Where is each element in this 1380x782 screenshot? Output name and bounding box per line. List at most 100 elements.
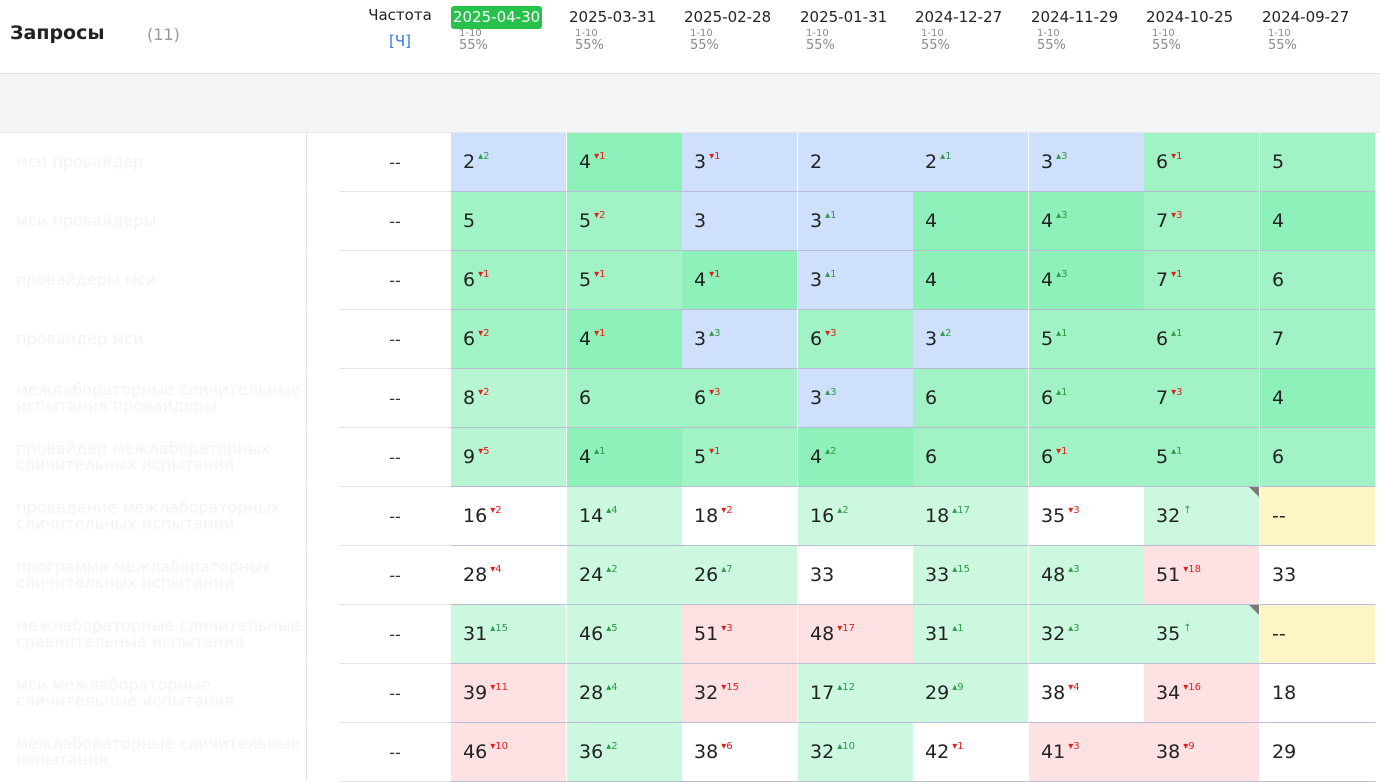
position-cell[interactable]: 48 ▾17 [798, 605, 914, 664]
position-cell[interactable]: 18 [1260, 664, 1376, 723]
position-cell[interactable]: 38 ▾4 [1029, 664, 1145, 723]
date-column-header[interactable]: 2025-01-31 1-10 55% [798, 6, 914, 52]
query-keyword[interactable]: программа межлабораторных сличительных и… [16, 546, 307, 604]
date-label[interactable]: 2024-09-27 [1260, 6, 1351, 29]
position-cell[interactable]: 33 [1260, 546, 1376, 605]
query-keyword[interactable]: провайдер мси [16, 310, 307, 368]
position-cell[interactable]: 36 ▴2 [567, 723, 683, 782]
position-cell[interactable]: 6 [913, 428, 1029, 487]
position-cell[interactable]: 3 ▴2 [913, 310, 1029, 369]
position-cell[interactable]: 41 ▾3 [1029, 723, 1145, 782]
position-cell[interactable]: 7 ▾1 [1144, 251, 1260, 310]
position-cell[interactable]: 17 ▴12 [798, 664, 914, 723]
position-cell[interactable]: 35 ↑ [1144, 605, 1260, 664]
date-column-header[interactable]: 2024-09-27 1-10 55% [1260, 6, 1376, 52]
position-cell[interactable]: 6 ▾3 [682, 369, 798, 428]
position-cell[interactable]: 3 ▴1 [798, 251, 914, 310]
query-keyword[interactable]: провайдеры мси [16, 251, 307, 309]
position-cell[interactable]: 6 ▾1 [1144, 133, 1260, 192]
position-cell[interactable]: 34 ▾16 [1144, 664, 1260, 723]
query-keyword[interactable]: межлабораторные сличительные сравнительн… [16, 605, 307, 663]
query-keyword[interactable]: мси провайдеры [16, 192, 307, 250]
position-cell[interactable]: 16 ▴2 [798, 487, 914, 546]
date-label[interactable]: 2024-10-25 [1144, 6, 1235, 29]
position-cell[interactable]: 16 ▾2 [451, 487, 567, 546]
position-cell[interactable]: 5 [1260, 133, 1376, 192]
position-cell[interactable]: 6 [1260, 428, 1376, 487]
query-keyword[interactable]: межлабораторные сличительные испытания п… [16, 369, 307, 427]
position-cell[interactable]: 3 ▴3 [682, 310, 798, 369]
position-cell[interactable]: 38 ▾9 [1144, 723, 1260, 782]
position-cell[interactable]: 3 ▾1 [682, 133, 798, 192]
position-cell[interactable]: 4 ▴1 [567, 428, 683, 487]
position-cell[interactable]: 28 ▾4 [451, 546, 567, 605]
position-cell[interactable]: 32 ▾15 [682, 664, 798, 723]
position-cell[interactable]: 2 ▴1 [913, 133, 1029, 192]
date-label[interactable]: 2025-02-28 [682, 6, 773, 29]
date-column-header[interactable]: 2024-10-25 1-10 55% [1144, 6, 1260, 52]
date-label[interactable]: 2025-03-31 [567, 6, 658, 29]
position-cell[interactable]: 4 [913, 251, 1029, 310]
position-cell[interactable]: 48 ▴3 [1029, 546, 1145, 605]
date-label[interactable]: 2025-01-31 [798, 6, 889, 29]
position-cell[interactable]: 51 ▾3 [682, 605, 798, 664]
query-keyword[interactable]: проведение межлабораторных сличительных … [16, 487, 307, 545]
position-cell[interactable]: 5 [451, 192, 567, 251]
position-cell[interactable]: 46 ▾10 [451, 723, 567, 782]
position-cell[interactable]: 6 ▾3 [798, 310, 914, 369]
position-cell[interactable]: 3 ▴3 [798, 369, 914, 428]
position-cell[interactable]: 42 ▾1 [913, 723, 1029, 782]
position-cell[interactable]: 14 ▴4 [567, 487, 683, 546]
position-cell[interactable]: 32 ▴10 [798, 723, 914, 782]
query-keyword[interactable]: мси провайдер [16, 133, 307, 191]
position-cell[interactable]: 39 ▾11 [451, 664, 567, 723]
position-cell[interactable]: 32 ↑ [1144, 487, 1260, 546]
position-cell[interactable]: 5 ▴1 [1029, 310, 1145, 369]
position-cell[interactable]: 8 ▾2 [451, 369, 567, 428]
query-keyword[interactable]: провайдер межлабораторных сличительных и… [16, 428, 307, 486]
position-cell[interactable]: -- [1260, 605, 1376, 664]
date-column-header[interactable]: 2025-03-31 1-10 55% [567, 6, 683, 52]
position-cell[interactable]: 18 ▴17 [913, 487, 1029, 546]
position-cell[interactable]: 51 ▾18 [1144, 546, 1260, 605]
position-cell[interactable]: 32 ▴3 [1029, 605, 1145, 664]
position-cell[interactable]: 46 ▴5 [567, 605, 683, 664]
position-cell[interactable]: 4 ▴2 [798, 428, 914, 487]
position-cell[interactable]: 6 ▾1 [451, 251, 567, 310]
position-cell[interactable]: 6 [1260, 251, 1376, 310]
date-column-header[interactable]: 2025-02-28 1-10 55% [682, 6, 798, 52]
position-cell[interactable]: 5 ▾2 [567, 192, 683, 251]
position-cell[interactable]: 33 [798, 546, 914, 605]
date-column-header[interactable]: 2025-04-30 1-10 55% [451, 6, 567, 52]
date-label[interactable]: 2025-04-30 [451, 6, 543, 29]
position-cell[interactable]: 38 ▾6 [682, 723, 798, 782]
position-cell[interactable]: 33 ▴15 [913, 546, 1029, 605]
position-cell[interactable]: 28 ▴4 [567, 664, 683, 723]
position-cell[interactable]: 7 ▾3 [1144, 192, 1260, 251]
position-cell[interactable]: 7 ▾3 [1144, 369, 1260, 428]
position-cell[interactable]: 4 ▾1 [567, 133, 683, 192]
position-cell[interactable]: 4 ▾1 [682, 251, 798, 310]
position-cell[interactable]: -- [1260, 487, 1376, 546]
frequency-unit-toggle[interactable]: [Ч] [350, 32, 450, 50]
position-cell[interactable]: 6 [913, 369, 1029, 428]
position-cell[interactable]: 4 [1260, 369, 1376, 428]
date-label[interactable]: 2024-11-29 [1029, 6, 1120, 29]
position-cell[interactable]: 6 ▴1 [1144, 310, 1260, 369]
position-cell[interactable]: 31 ▴1 [913, 605, 1029, 664]
position-cell[interactable]: 4 [913, 192, 1029, 251]
position-cell[interactable]: 7 [1260, 310, 1376, 369]
position-cell[interactable]: 29 [1260, 723, 1376, 782]
date-column-header[interactable]: 2024-12-27 1-10 55% [913, 6, 1029, 52]
position-cell[interactable]: 6 ▾1 [1029, 428, 1145, 487]
position-cell[interactable]: 3 ▴3 [1029, 133, 1145, 192]
date-column-header[interactable]: 2024-11-29 1-10 55% [1029, 6, 1145, 52]
position-cell[interactable]: 5 ▴1 [1144, 428, 1260, 487]
query-keyword[interactable]: мси межлабораторные сличительные испытан… [16, 664, 307, 722]
position-cell[interactable]: 18 ▾2 [682, 487, 798, 546]
position-cell[interactable]: 5 ▾1 [682, 428, 798, 487]
position-cell[interactable]: 29 ▴9 [913, 664, 1029, 723]
position-cell[interactable]: 6 ▾2 [451, 310, 567, 369]
position-cell[interactable]: 9 ▾5 [451, 428, 567, 487]
position-cell[interactable]: 2 ▴2 [451, 133, 567, 192]
